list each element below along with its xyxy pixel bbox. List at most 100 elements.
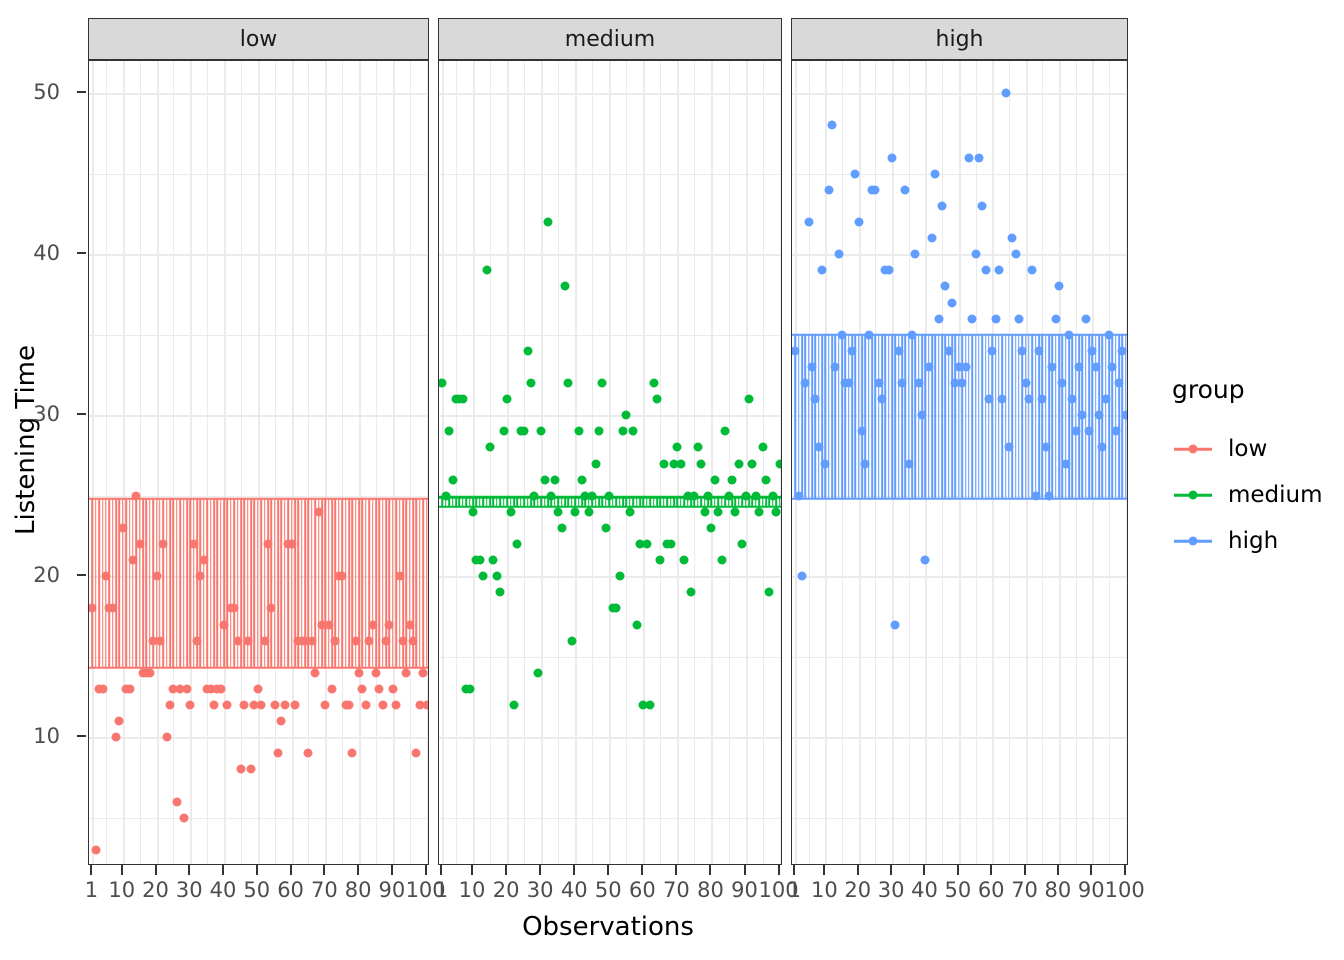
gridline-x-major: [291, 61, 294, 864]
x-tick-label: 1: [787, 878, 802, 902]
interval-segment: [801, 334, 803, 499]
legend-item-medium[interactable]: medium: [1172, 472, 1344, 518]
interval-segment: [186, 498, 188, 668]
data-point: [830, 362, 840, 372]
x-tick-mark: [890, 865, 893, 875]
data-point: [794, 491, 804, 501]
data-point: [219, 620, 229, 629]
data-point: [506, 507, 516, 517]
data-point: [1031, 491, 1041, 501]
data-point: [401, 668, 411, 678]
data-point: [997, 394, 1007, 404]
interval-segment: [1044, 334, 1047, 499]
data-point: [384, 620, 394, 629]
data-point: [1087, 346, 1097, 356]
data-point: [864, 330, 874, 340]
data-point: [475, 555, 485, 565]
data-point: [594, 426, 604, 436]
interval-segment: [324, 498, 327, 668]
interval-segment: [341, 498, 343, 668]
interval-segment: [911, 334, 913, 499]
data-point: [754, 507, 764, 517]
data-point: [239, 700, 249, 710]
data-point: [850, 169, 860, 179]
y-tick-label: 10: [33, 724, 60, 749]
interval-segment: [216, 498, 219, 668]
data-point: [185, 700, 195, 710]
data-point: [1067, 394, 1077, 404]
data-point: [655, 555, 665, 565]
data-point: [408, 636, 418, 646]
data-point: [1061, 459, 1071, 468]
data-point: [1071, 426, 1081, 436]
data-point: [887, 153, 897, 163]
data-point: [1057, 378, 1067, 388]
x-tick-label: 40: [209, 878, 237, 902]
legend-item-low[interactable]: low: [1172, 426, 1344, 472]
interval-segment: [941, 334, 943, 499]
facet-strip-label: low: [239, 26, 278, 52]
data-point: [499, 426, 509, 436]
interval-segment: [142, 498, 144, 668]
interval-segment: [169, 498, 171, 668]
interval-segment: [891, 334, 893, 499]
interval-segment: [327, 498, 330, 668]
x-tick-label: 90: [731, 878, 758, 902]
data-point: [364, 636, 374, 646]
data-point: [574, 426, 584, 436]
x-tick-mark: [573, 865, 576, 875]
data-point: [854, 217, 864, 227]
interval-segment: [827, 334, 830, 499]
data-point: [934, 314, 944, 324]
data-point: [256, 700, 266, 710]
interval-segment: [132, 498, 134, 668]
interval-segment: [1038, 334, 1040, 499]
interval-segment: [287, 498, 289, 668]
x-tick-label: 30: [175, 878, 203, 902]
data-point: [468, 507, 478, 517]
x-tick-label: 20: [142, 878, 169, 902]
interval-segment: [884, 334, 887, 499]
data-point: [482, 265, 492, 275]
data-point: [89, 603, 97, 613]
interval-segment: [1014, 334, 1017, 499]
data-point: [649, 378, 659, 388]
x-tick-label: 100: [1104, 878, 1145, 902]
x-tick-mark: [923, 865, 926, 875]
facet-strip-medium: medium: [438, 18, 782, 60]
x-tick-label: 30: [526, 878, 554, 902]
interval-segment: [138, 498, 141, 668]
interval-segment: [887, 334, 890, 499]
data-point: [689, 491, 699, 501]
facet-strip-high: high: [791, 18, 1128, 60]
legend-item-high[interactable]: high: [1172, 518, 1344, 564]
interval-segment: [981, 334, 983, 499]
interval-segment: [1074, 334, 1077, 499]
data-point: [114, 716, 124, 726]
interval-segment: [344, 498, 347, 668]
x-tick-label: 40: [911, 878, 938, 902]
x-tick-mark: [1056, 865, 1059, 875]
data-point: [800, 378, 810, 388]
interval-segment: [854, 334, 857, 499]
data-point: [553, 507, 563, 517]
interval-segment: [317, 498, 320, 668]
data-point: [314, 507, 324, 517]
data-point: [320, 700, 330, 710]
x-tick-label: 30: [877, 878, 905, 902]
x-tick-label: 50: [594, 878, 622, 902]
data-point: [914, 378, 924, 388]
x-tick-mark: [424, 865, 427, 875]
x-tick-mark: [188, 865, 191, 875]
interval-segment: [1034, 334, 1037, 499]
data-point: [597, 378, 607, 388]
data-point: [894, 346, 904, 356]
data-point: [411, 748, 421, 758]
interval-segment: [834, 334, 837, 499]
gridline-x-major: [190, 61, 193, 864]
interval-segment: [145, 498, 148, 668]
x-tick-label: 50: [944, 878, 972, 902]
data-point: [991, 314, 1001, 324]
x-tick-mark: [390, 865, 393, 875]
gridline-x-major: [711, 61, 714, 864]
